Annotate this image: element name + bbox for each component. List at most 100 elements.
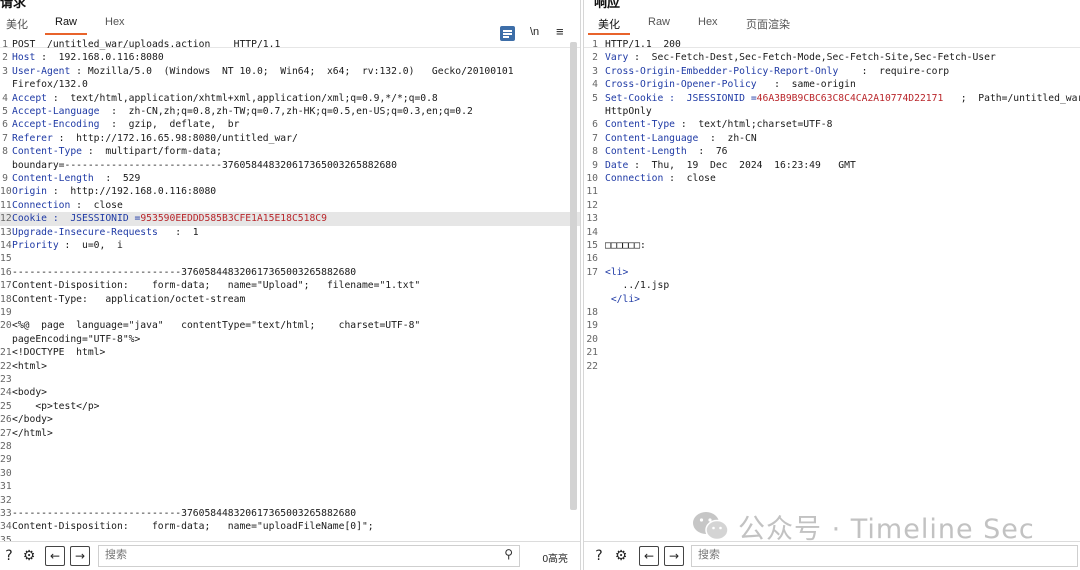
tab-pretty[interactable]: 美化: [6, 16, 28, 32]
code-line[interactable]: 11 Connection : close: [0, 199, 580, 212]
code-line[interactable]: 25 <p>test</p>: [0, 400, 580, 413]
request-scrollbar[interactable]: [570, 42, 577, 510]
line-text: </html>: [12, 427, 53, 440]
code-line[interactable]: 22: [584, 360, 1080, 373]
code-line[interactable]: 6 Accept-Encoding : gzip, deflate, br: [0, 118, 580, 131]
code-line[interactable]: 15 □□□□□□:: [584, 239, 1080, 252]
code-line[interactable]: 8 Content-Type : multipart/form-data;: [0, 145, 580, 158]
line-text: <body>: [12, 386, 47, 399]
request-pane: 请求 美化 Raw Hex \n ≡ 1 POST /untitled_war/u…: [0, 0, 581, 570]
gear-icon[interactable]: ⚙: [612, 547, 630, 565]
code-line[interactable]: 13 Upgrade-Insecure-Requests : 1: [0, 226, 580, 239]
code-line[interactable]: 1 POST /untitled_war/uploads.action HTTP/…: [0, 38, 580, 51]
code-line[interactable]: 16: [584, 252, 1080, 265]
code-line[interactable]: 26 </body>: [0, 413, 580, 426]
code-line[interactable]: HttpOnly: [584, 105, 1080, 118]
code-line[interactable]: 12: [584, 199, 1080, 212]
tab-raw[interactable]: Raw: [648, 16, 670, 28]
code-line[interactable]: 22 <html>: [0, 360, 580, 373]
code-line[interactable]: 27 </html>: [0, 427, 580, 440]
code-line[interactable]: 20 <%@ page language="java" contentType="…: [0, 319, 580, 332]
tab-raw[interactable]: Raw: [44, 16, 88, 35]
code-line[interactable]: 6 Content-Type : text/html;charset=UTF-8: [584, 118, 1080, 131]
code-line[interactable]: 9 Date : Thu, 19 Dec 2024 16:23:49 GMT: [584, 159, 1080, 172]
header-value: : JSESSIONID =: [663, 92, 757, 104]
code-line[interactable]: 10 Origin : http://192.168.0.116:8080: [0, 185, 580, 198]
code-line[interactable]: 15: [0, 252, 580, 265]
code-line[interactable]: 12 Cookie : JSESSIONID =953590EEDDD585B3C…: [0, 212, 580, 226]
code-line[interactable]: ../1.jsp: [584, 279, 1080, 292]
code-line[interactable]: 2 Vary : Sec-Fetch-Dest,Sec-Fetch-Mode,Se…: [584, 51, 1080, 64]
code-line[interactable]: 17 Content-Disposition: form-data; name="…: [0, 279, 580, 292]
code-line[interactable]: 21 <!DOCTYPE html>: [0, 346, 580, 359]
code-line[interactable]: 18: [584, 306, 1080, 319]
code-line[interactable]: 1 HTTP/1.1 200: [584, 38, 1080, 51]
code-line[interactable]: 11: [584, 185, 1080, 198]
line-text: Origin : http://192.168.0.116:8080: [12, 185, 216, 198]
code-line[interactable]: 16 -----------------------------376058448…: [0, 266, 580, 279]
code-line[interactable]: 31: [0, 480, 580, 493]
response-editor[interactable]: 1 HTTP/1.1 200 2 Vary : Sec-Fetch-Dest,Sec-…: [584, 38, 1080, 542]
tab-hex[interactable]: Hex: [698, 16, 718, 28]
code-line[interactable]: 34 Content-Disposition: form-data; name="…: [0, 520, 580, 533]
line-number: 8: [2, 146, 8, 158]
code-line[interactable]: 29: [0, 453, 580, 466]
tab-pretty[interactable]: 美化: [588, 16, 630, 35]
code-line[interactable]: boundary=---------------------------3760…: [0, 159, 580, 172]
code-line[interactable]: 21: [584, 346, 1080, 359]
gear-icon[interactable]: ⚙: [20, 547, 38, 565]
code-line[interactable]: 10 Connection : close: [584, 172, 1080, 185]
line-number: 18: [586, 307, 598, 318]
code-line[interactable]: 24 <body>: [0, 386, 580, 399]
code-line[interactable]: 17 <li>: [584, 266, 1080, 279]
code-line[interactable]: 5 Accept-Language : zh-CN,zh;q=0.8,zh-TW;…: [0, 105, 580, 118]
code-line[interactable]: 32: [0, 494, 580, 507]
tab-hex[interactable]: Hex: [105, 16, 125, 28]
code-line[interactable]: 8 Content-Length : 76: [584, 145, 1080, 158]
code-line[interactable]: pageEncoding="UTF-8"%>: [0, 333, 580, 346]
code-line[interactable]: Firefox/132.0: [0, 78, 580, 91]
code-line[interactable]: 3 Cross-Origin-Embedder-Policy-Report-Onl…: [584, 65, 1080, 78]
line-number: 2: [592, 52, 598, 64]
code-line[interactable]: 7 Content-Language : zh-CN: [584, 132, 1080, 145]
header-value: Content-Disposition: form-data; name="Up…: [12, 280, 421, 292]
search-icon[interactable]: ⚲: [504, 547, 513, 561]
code-line[interactable]: 23: [0, 373, 580, 386]
code-line[interactable]: 13: [584, 212, 1080, 225]
line-text: -----------------------------37605844832…: [12, 507, 356, 520]
code-line[interactable]: </li>: [584, 293, 1080, 306]
code-line[interactable]: 14: [584, 226, 1080, 239]
code-line[interactable]: 3 User-Agent : Mozilla/5.0 (Windows NT 10…: [0, 65, 580, 78]
header-value: Firefox/132.0: [12, 79, 88, 91]
arrow-right-icon[interactable]: →: [70, 546, 90, 566]
arrow-right-icon[interactable]: →: [664, 546, 684, 566]
line-number: 17: [586, 266, 598, 278]
code-line[interactable]: 5 Set-Cookie : JSESSIONID =46A3B9B9CBC63C…: [584, 92, 1080, 105]
code-line[interactable]: 18 Content-Type: application/octet-stream: [0, 293, 580, 306]
code-line[interactable]: 28: [0, 440, 580, 453]
arrow-left-icon[interactable]: ←: [45, 546, 65, 566]
code-line[interactable]: 4 Cross-Origin-Opener-Policy : same-origi…: [584, 78, 1080, 91]
header-key: Origin: [12, 186, 47, 198]
code-line[interactable]: 33 -----------------------------376058448…: [0, 507, 580, 520]
help-icon[interactable]: ?: [590, 547, 608, 565]
request-editor[interactable]: 1 POST /untitled_war/uploads.action HTTP/…: [0, 38, 580, 542]
code-line[interactable]: 9 Content-Length : 529: [0, 172, 580, 185]
request-search-input[interactable]: [105, 547, 441, 563]
code-line[interactable]: 30: [0, 467, 580, 480]
help-icon[interactable]: ?: [0, 547, 18, 565]
code-line[interactable]: 7 Referer : http://172.16.65.98:8080/unti…: [0, 132, 580, 145]
code-line[interactable]: 19: [584, 319, 1080, 332]
code-line[interactable]: 4 Accept : text/html,application/xhtml+xm…: [0, 92, 580, 105]
arrow-left-icon[interactable]: ←: [639, 546, 659, 566]
code-line[interactable]: 14 Priority : u=0, i: [0, 239, 580, 252]
line-text: Connection : close: [605, 172, 716, 185]
line-number: 11: [586, 186, 598, 198]
response-search-input[interactable]: [698, 547, 1006, 563]
header-value: : close: [70, 199, 123, 211]
tab-render[interactable]: 页面渲染: [746, 16, 790, 32]
code-line[interactable]: 2 Host : 192.168.0.116:8080: [0, 51, 580, 64]
request-search-box[interactable]: ⚲: [98, 545, 520, 567]
code-line[interactable]: 20: [584, 333, 1080, 346]
code-line[interactable]: 19: [0, 306, 580, 319]
